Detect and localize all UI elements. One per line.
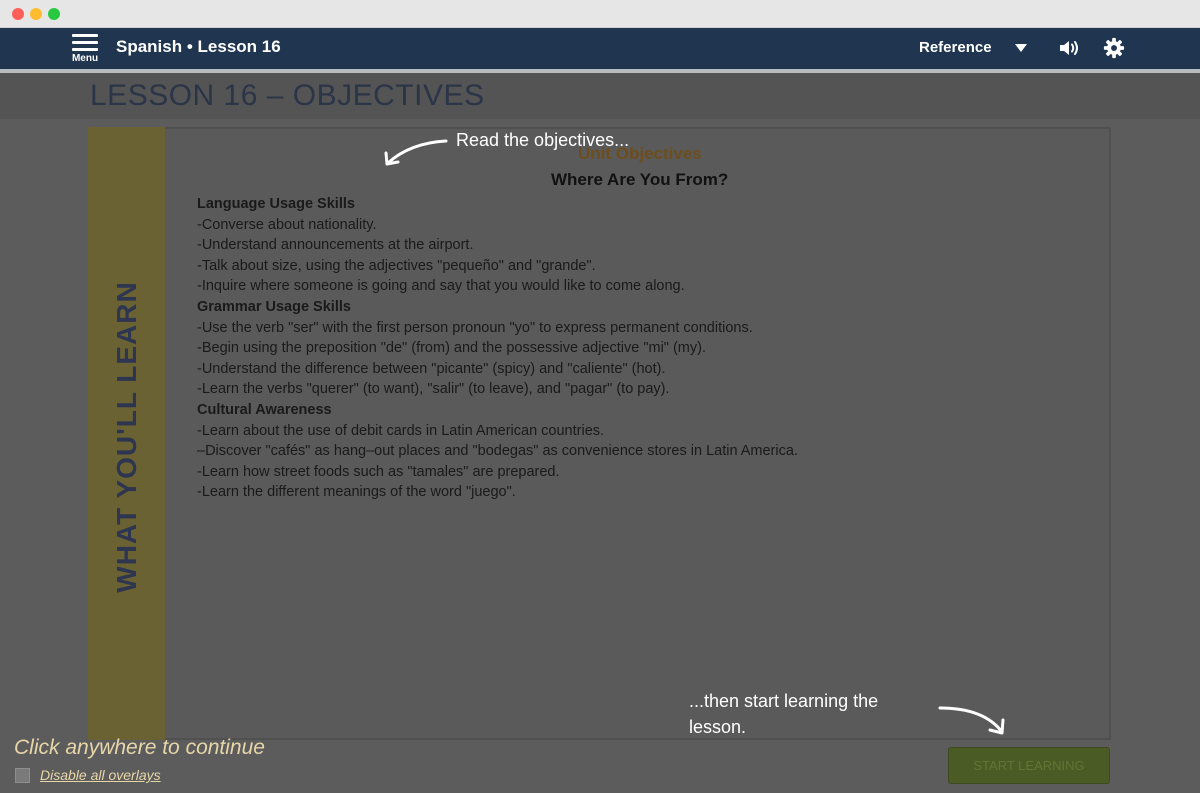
caret-down-icon[interactable]: [1015, 44, 1027, 52]
menu-button[interactable]: Menu: [66, 34, 104, 66]
speaker-icon[interactable]: [1058, 38, 1082, 58]
list-item: -Talk about size, using the adjectives "…: [197, 257, 596, 274]
list-item: –Discover "cafés" as hang–out places and…: [197, 443, 798, 460]
close-window-button[interactable]: [12, 8, 24, 20]
reference-dropdown[interactable]: Reference: [919, 39, 992, 56]
maximize-window-button[interactable]: [48, 8, 60, 20]
menu-label: Menu: [71, 53, 99, 64]
minimize-window-button[interactable]: [30, 8, 42, 20]
overlay-tip-start: ...then start learning the lesson.: [689, 691, 879, 737]
list-item: -Use the verb "ser" with the first perso…: [197, 319, 753, 336]
list-item: -Inquire where someone is going and say …: [197, 278, 685, 295]
objectives-section: Cultural Awareness -Learn about the use …: [197, 400, 1077, 503]
hamburger-icon: [66, 34, 104, 51]
section-heading: Cultural Awareness: [197, 401, 332, 418]
list-item: -Converse about nationality.: [197, 216, 377, 233]
gear-icon[interactable]: [1103, 37, 1125, 59]
section-heading: Language Usage Skills: [197, 196, 355, 212]
section-heading: Grammar Usage Skills: [197, 298, 351, 315]
curved-arrow-icon: [384, 139, 448, 166]
list-item: -Begin using the preposition "de" (from)…: [197, 340, 706, 357]
disable-overlays-checkbox[interactable]: [15, 768, 30, 783]
app-title: Spanish • Lesson 16: [116, 37, 281, 56]
unit-title: Where Are You From?: [551, 170, 729, 189]
click-to-continue[interactable]: Click anywhere to continue: [14, 736, 265, 760]
list-item: -Learn the verbs "querer" (to want), "sa…: [197, 381, 670, 398]
objectives-list: Language Usage Skills -Converse about na…: [197, 194, 1077, 503]
disable-overlays-link[interactable]: Disable all overlays: [40, 767, 161, 783]
curved-arrow-icon: [938, 706, 1005, 735]
list-item: -Understand the difference between "pica…: [197, 360, 666, 377]
side-tab-label: WHAT YOU'LL LEARN: [111, 281, 142, 593]
page-title: LESSON 16 – OBJECTIVES: [90, 79, 485, 112]
list-item: -Learn the different meanings of the wor…: [197, 484, 516, 501]
overlay-tip-read: Read the objectives...: [456, 130, 630, 150]
list-item: -Understand announcements at the airport…: [197, 237, 474, 254]
objectives-section: Language Usage Skills -Converse about na…: [197, 194, 1077, 297]
objectives-section: Grammar Usage Skills -Use the verb "ser"…: [197, 297, 1077, 400]
list-item: -Learn how street foods such as "tamales…: [197, 463, 560, 480]
list-item: -Learn about the use of debit cards in L…: [197, 422, 605, 439]
window-titlebar: [0, 0, 1200, 28]
start-learning-button[interactable]: START LEARNING: [948, 747, 1110, 784]
